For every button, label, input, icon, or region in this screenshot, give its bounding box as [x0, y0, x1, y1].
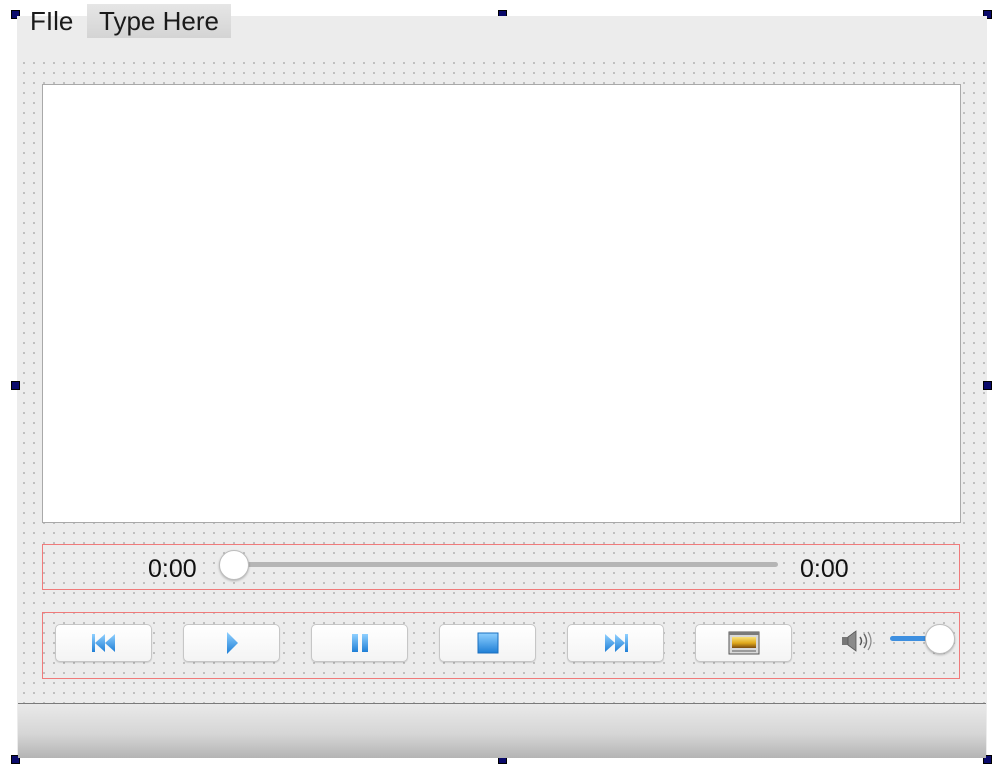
resize-handle-left[interactable] — [11, 381, 20, 390]
play-icon — [222, 631, 242, 655]
speaker-icon — [840, 629, 874, 653]
seek-slider-thumb[interactable] — [219, 550, 249, 580]
stop-button[interactable] — [439, 624, 536, 662]
pause-icon — [349, 632, 371, 654]
seek-slider-track[interactable] — [236, 562, 778, 567]
skip-back-button[interactable] — [55, 624, 152, 662]
fullscreen-button[interactable] — [695, 624, 792, 662]
volume-slider-track[interactable] — [890, 636, 930, 641]
total-time-label: 0:00 — [800, 555, 849, 583]
skip-forward-icon — [602, 632, 630, 654]
pause-button[interactable] — [311, 624, 408, 662]
stop-icon — [477, 632, 499, 654]
video-display — [42, 84, 961, 523]
menu-type-here[interactable]: Type Here — [87, 4, 231, 38]
play-button[interactable] — [183, 624, 280, 662]
fullscreen-image-icon — [728, 631, 760, 655]
resize-handle-right[interactable] — [983, 381, 992, 390]
status-bar — [18, 704, 986, 758]
menu-file[interactable]: FIle — [18, 4, 85, 38]
skip-forward-button[interactable] — [567, 624, 664, 662]
skip-back-icon — [90, 632, 118, 654]
volume-slider-thumb[interactable] — [925, 624, 955, 654]
current-time-label: 0:00 — [148, 555, 197, 583]
